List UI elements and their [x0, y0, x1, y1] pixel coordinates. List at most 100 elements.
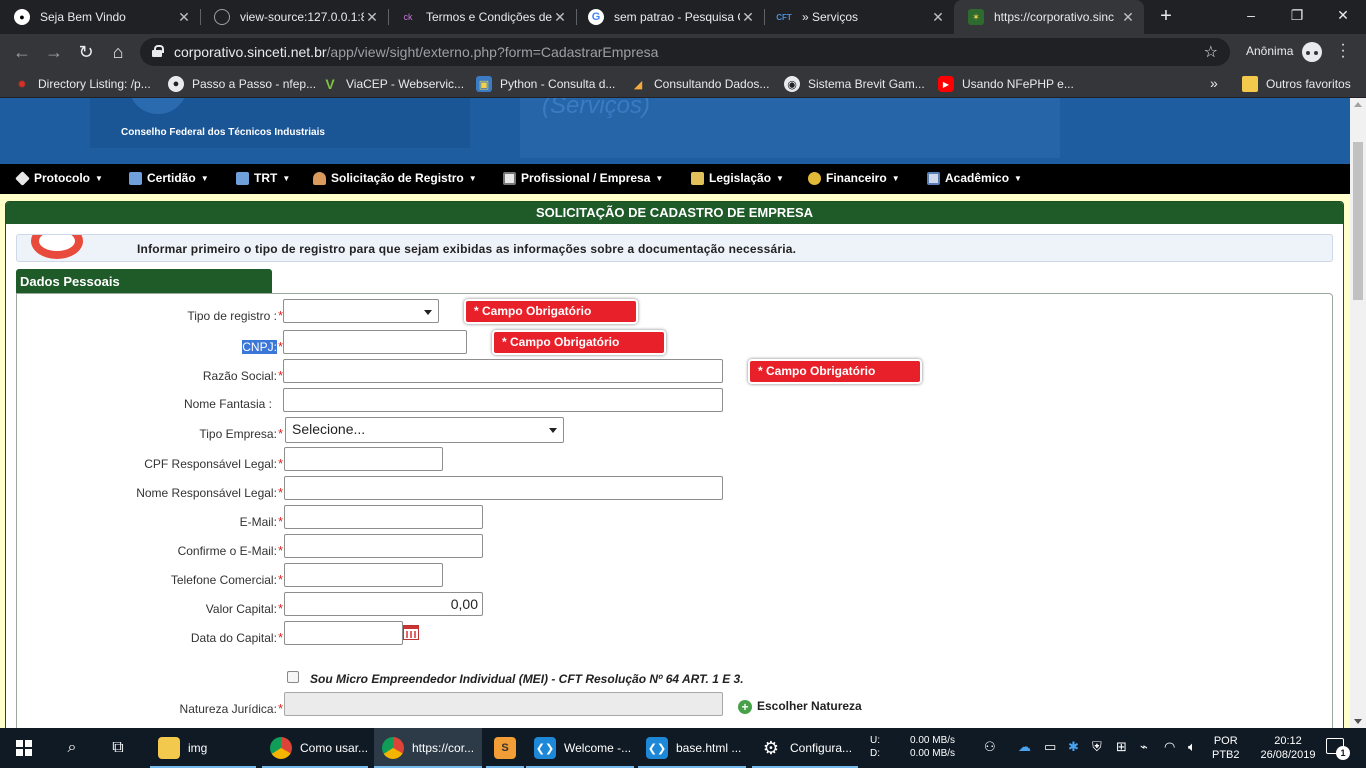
windows-start-icon[interactable]: [16, 740, 32, 756]
nav-financeiro[interactable]: Financeiro ▼: [808, 171, 900, 185]
bookmark-item[interactable]: ▣ Python - Consulta d...: [476, 76, 615, 92]
tab-title: view-source:127.0.0.1:8: [240, 10, 364, 24]
nav-academico[interactable]: Acadêmico ▼: [927, 171, 1022, 185]
tab-title: Seja Bem Vindo: [40, 10, 126, 24]
bookmark-item[interactable]: V ViaCEP - Webservic...: [322, 76, 464, 92]
tipo-registro-label: Tipo de registro :*: [187, 308, 283, 323]
tipo-registro-select[interactable]: [283, 299, 439, 323]
nav-trt[interactable]: TRT ▼: [236, 171, 290, 185]
required-field-tooltip: * Campo Obrigatório: [748, 359, 922, 384]
new-tab-icon[interactable]: +: [1154, 4, 1178, 28]
cpf-responsavel-input[interactable]: [284, 447, 443, 471]
browser-tab[interactable]: G sem patrao - Pesquisa G ✕: [574, 0, 764, 34]
display-icon[interactable]: ⊞: [1116, 739, 1127, 755]
mei-checkbox[interactable]: [287, 671, 299, 683]
taskbar-app[interactable]: img: [150, 728, 256, 768]
telefone-input[interactable]: [284, 563, 443, 587]
restore-icon[interactable]: ❐: [1274, 0, 1320, 30]
cft-icon: CFT: [776, 12, 792, 22]
minimize-icon[interactable]: –: [1228, 0, 1274, 30]
bookmark-item[interactable]: ▶ Usando NFePHP e...: [938, 76, 1074, 92]
bookmark-item[interactable]: ◢ Consultando Dados...: [630, 76, 770, 92]
close-icon[interactable]: ✕: [1120, 9, 1136, 26]
taskbar-app[interactable]: ⚙ Configura...: [752, 728, 858, 768]
people-icon[interactable]: ⚇: [984, 739, 996, 755]
section-title: Dados Pessoais: [16, 269, 272, 294]
tipo-empresa-select[interactable]: Selecione...: [285, 417, 564, 443]
scroll-down-icon[interactable]: [1354, 719, 1362, 724]
volume-icon[interactable]: 🔈︎: [1188, 739, 1196, 755]
home-icon[interactable]: ⌂: [106, 40, 130, 64]
close-icon[interactable]: ✕: [552, 9, 568, 26]
close-icon[interactable]: ✕: [740, 9, 756, 26]
bookmark-star-icon[interactable]: ☆: [1204, 42, 1218, 62]
bookmark-item[interactable]: ◉ Sistema Brevit Gam...: [784, 76, 925, 92]
bookmarks-overflow-icon[interactable]: »: [1210, 75, 1218, 91]
nav-certidao[interactable]: Certidão ▼: [129, 171, 209, 185]
other-bookmarks[interactable]: Outros favoritos: [1242, 76, 1351, 92]
page-scrollbar[interactable]: [1350, 98, 1366, 728]
menu-icon[interactable]: · · ·: [1340, 37, 1346, 65]
email-input[interactable]: [284, 505, 483, 529]
profile-label[interactable]: Anônima: [1246, 44, 1293, 58]
incognito-icon[interactable]: [1302, 42, 1322, 62]
browser-tab[interactable]: CFT » Serviços ✕: [762, 0, 954, 34]
browser-tab[interactable]: ● Seja Bem Vindo ✕: [0, 0, 200, 34]
taskbar-app[interactable]: ❮❯ Welcome -...: [526, 728, 634, 768]
power-icon[interactable]: ⌁: [1140, 739, 1148, 755]
task-view-icon[interactable]: ⧉: [106, 736, 130, 760]
search-icon[interactable]: ⌕: [60, 736, 84, 760]
cnpj-input[interactable]: [283, 330, 467, 354]
cadastro-empresa-panel: SOLICITAÇÃO DE CADASTRO DE EMPRESA Infor…: [5, 201, 1344, 728]
back-icon[interactable]: ←: [10, 40, 34, 64]
taskbar-app[interactable]: S: [486, 728, 524, 768]
browser-tab[interactable]: view-source:127.0.0.1:8 ✕: [200, 0, 388, 34]
mei-checkbox-label[interactable]: Sou Micro Empreendedor Individual (MEI) …: [310, 672, 744, 686]
address-bar[interactable]: corporativo.sinceti.net.br/app/view/sigh…: [140, 38, 1230, 66]
valor-capital-input[interactable]: 0,00: [284, 592, 483, 616]
razao-social-input[interactable]: [283, 359, 723, 383]
confirme-email-input[interactable]: [284, 534, 483, 558]
bluetooth-icon[interactable]: ✱: [1068, 739, 1079, 755]
scroll-up-icon[interactable]: [1354, 102, 1362, 107]
nav-legislacao[interactable]: Legislação ▼: [691, 171, 784, 185]
bookmark-item[interactable]: ✹ Directory Listing: /p...: [14, 76, 150, 92]
close-icon[interactable]: ✕: [930, 9, 946, 26]
nome-fantasia-input[interactable]: [283, 388, 723, 412]
nav-label: TRT: [254, 171, 278, 185]
site-header: Conselho Federal dos Técnicos Industriai…: [0, 98, 1350, 164]
escolher-natureza-button[interactable]: Escolher Natureza: [757, 699, 862, 713]
taskbar-app-label: Como usar...: [300, 741, 369, 755]
bookmarks-bar: ✹ Directory Listing: /p... ● Passo a Pas…: [0, 70, 1366, 98]
url-text[interactable]: corporativo.sinceti.net.br/app/view/sigh…: [174, 44, 658, 60]
nav-protocolo[interactable]: Protocolo ▼: [15, 170, 103, 186]
nav-profissional-empresa[interactable]: Profissional / Empresa ▼: [503, 171, 663, 185]
defender-icon[interactable]: ⛨: [1092, 739, 1102, 755]
required-marker: *: [277, 701, 283, 716]
email-label: E-Mail:*: [239, 514, 283, 529]
user-icon: [313, 171, 326, 185]
wifi-icon[interactable]: ◠: [1164, 739, 1175, 755]
nav-solicitacao-registro[interactable]: Solicitação de Registro ▼: [313, 171, 477, 185]
taskbar-app[interactable]: Como usar...: [262, 728, 368, 768]
browser-tab-active[interactable]: ✶ https://corporativo.sinc ✕: [954, 0, 1144, 34]
add-icon[interactable]: +: [738, 700, 752, 714]
calendar-icon[interactable]: [403, 625, 419, 640]
clock[interactable]: 20:12 26/08/2019: [1258, 734, 1318, 762]
forward-icon[interactable]: →: [42, 40, 66, 64]
window-close-icon[interactable]: ✕: [1320, 0, 1366, 30]
scroll-thumb[interactable]: [1353, 142, 1363, 300]
close-icon[interactable]: ✕: [364, 9, 380, 26]
browser-tab[interactable]: ck Termos e Condições de ✕: [386, 0, 576, 34]
bookmark-item[interactable]: ● Passo a Passo - nfep...: [168, 76, 316, 92]
caret-down-icon: ▼: [95, 173, 103, 183]
device-icon[interactable]: ▭: [1044, 739, 1056, 755]
close-icon[interactable]: ✕: [176, 9, 192, 26]
data-capital-input[interactable]: [284, 621, 403, 645]
input-language[interactable]: POR PTB2: [1212, 734, 1240, 762]
nome-responsavel-input[interactable]: [284, 476, 723, 500]
taskbar-app-active[interactable]: https://cor...: [374, 728, 482, 768]
reload-icon[interactable]: ↻: [74, 40, 98, 64]
taskbar-app[interactable]: ❮❯ base.html ...: [638, 728, 746, 768]
onedrive-icon[interactable]: ☁: [1018, 739, 1031, 755]
